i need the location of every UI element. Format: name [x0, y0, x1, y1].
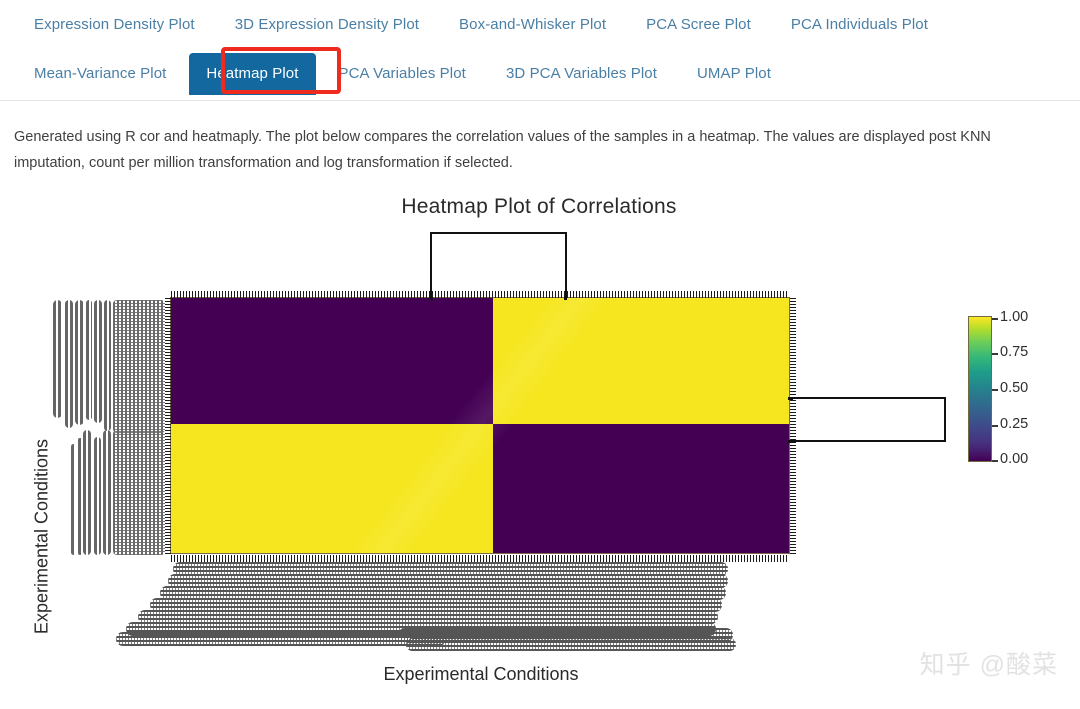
- colorbar-tick-1: [992, 318, 998, 320]
- colorbar-tick-5: [992, 460, 998, 462]
- heatmap-block-r1c0: [171, 423, 493, 553]
- tab-pca-individuals-plot[interactable]: PCA Individuals Plot: [771, 4, 948, 46]
- row-dendrogram-leg-top: [788, 397, 793, 400]
- colorbar-gradient: [968, 316, 992, 462]
- colorbar-label-3: 0.50: [1000, 380, 1029, 396]
- tab-heatmap-plot[interactable]: Heatmap Plot: [189, 53, 316, 95]
- tab-pca-variables-plot[interactable]: PCA Variables Plot: [319, 53, 486, 95]
- colorbar-label-2: 0.75: [1000, 344, 1029, 360]
- heatmap-plot-figure: Heatmap Plot of Correlations Experimenta…: [0, 178, 1080, 709]
- x-axis-label: Experimental Conditions: [383, 664, 579, 684]
- heatmap-plot-page: Expression Density Plot 3D Expression De…: [0, 0, 1080, 709]
- row-dendrogram: [791, 397, 946, 442]
- left-axis-ticks: [165, 298, 171, 554]
- plot-tab-bar: Expression Density Plot 3D Expression De…: [0, 0, 1080, 101]
- y-axis-tick-labels: [53, 298, 168, 555]
- heatmap-block-r0c1: [492, 298, 789, 424]
- heatmap-matrix[interactable]: [170, 297, 790, 554]
- colorbar-tick-4: [992, 425, 998, 427]
- x-axis-tick-labels: [98, 556, 748, 656]
- column-dendrogram: [430, 232, 567, 298]
- column-dendrogram-leg-left: [430, 296, 433, 300]
- tab-box-and-whisker-plot[interactable]: Box-and-Whisker Plot: [439, 4, 626, 46]
- row-dendrogram-leg-bottom: [788, 440, 793, 443]
- tab-expression-density-plot[interactable]: Expression Density Plot: [14, 4, 215, 46]
- colorbar-tick-2: [992, 353, 998, 355]
- tab-row-primary: Expression Density Plot 3D Expression De…: [14, 0, 948, 50]
- heatmap-cell-grid: [171, 298, 789, 553]
- colorbar-tick-3: [992, 389, 998, 391]
- tab-mean-variance-plot[interactable]: Mean-Variance Plot: [14, 53, 186, 95]
- colorbar-label-5: 0.00: [1000, 451, 1029, 467]
- column-dendrogram-leg-right: [564, 296, 567, 300]
- heatmap-block-r1c1: [492, 423, 789, 553]
- colorbar-legend: 1.00 0.75 0.50 0.25 0.00: [968, 309, 1072, 468]
- heatmap-block-r0c0: [171, 298, 493, 424]
- colorbar-label-1: 1.00: [1000, 309, 1029, 325]
- colorbar-label-4: 0.25: [1000, 416, 1029, 432]
- tab-3d-pca-variables-plot[interactable]: 3D PCA Variables Plot: [486, 53, 677, 95]
- tab-3d-expression-density-plot[interactable]: 3D Expression Density Plot: [215, 4, 439, 46]
- tab-pca-scree-plot[interactable]: PCA Scree Plot: [626, 4, 771, 46]
- y-axis-label: Experimental Conditions: [31, 438, 52, 635]
- tab-umap-plot[interactable]: UMAP Plot: [677, 53, 791, 95]
- watermark: 知乎 @酸菜: [919, 651, 1058, 679]
- plot-title: Heatmap Plot of Correlations: [401, 195, 677, 218]
- plot-description: Generated using R cor and heatmaply. The…: [14, 129, 991, 171]
- tab-row-secondary: Mean-Variance Plot Heatmap Plot PCA Vari…: [14, 49, 791, 99]
